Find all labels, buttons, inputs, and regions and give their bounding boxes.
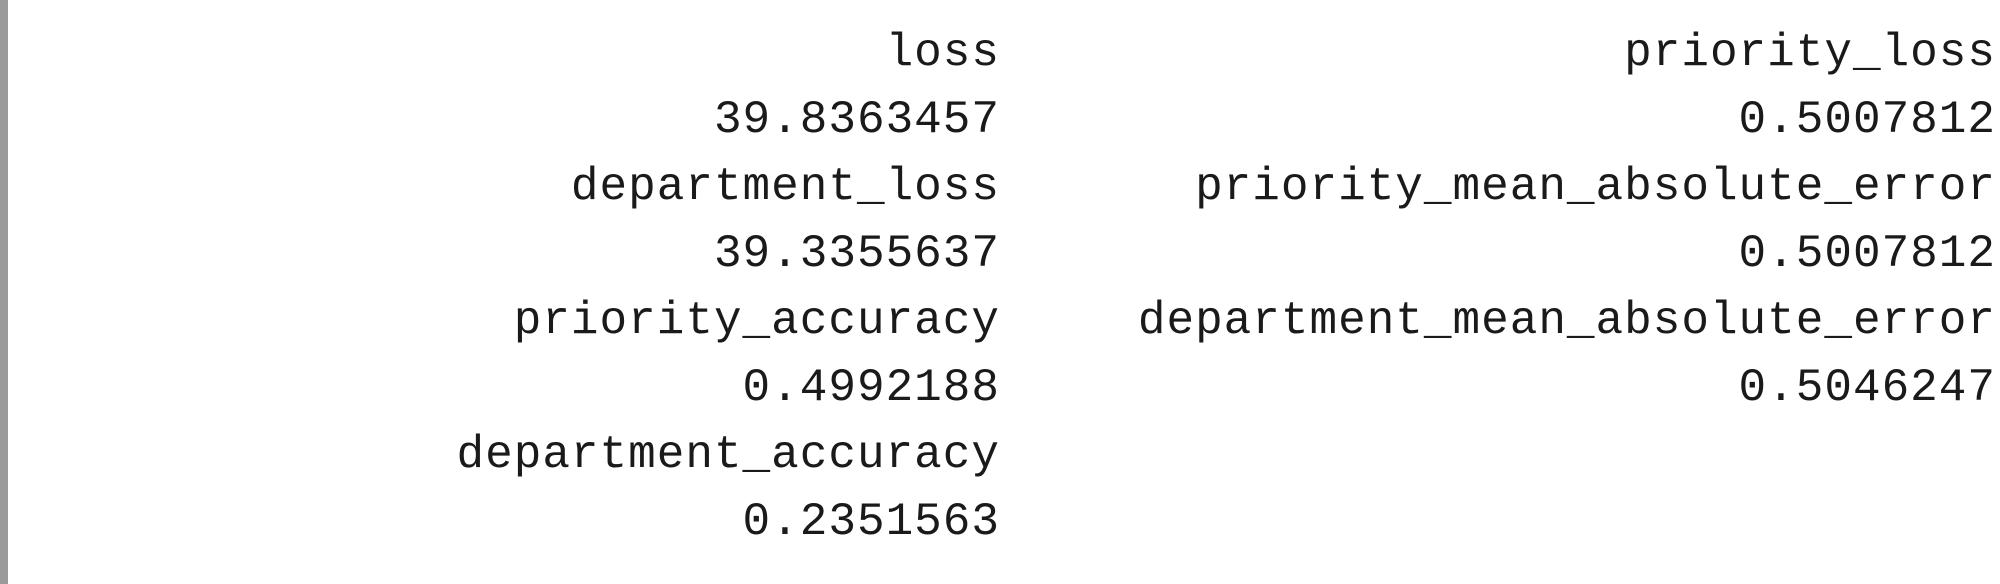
metric-name-department-mae: department_mean_absolute_error xyxy=(1137,295,1996,347)
metric-value-priority-accuracy: 0.4992188 xyxy=(742,362,1000,414)
metric-name-row-2: department_loss priority_mean_absolute_e… xyxy=(0,154,2000,221)
metric-value-department-accuracy: 0.2351563 xyxy=(742,496,1000,548)
metric-name-loss: loss xyxy=(885,27,1000,79)
metric-value-row-3: 0.4992188 0.5046247 xyxy=(0,355,2000,422)
metric-name-priority-loss: priority_loss xyxy=(1624,27,1996,79)
metric-name-priority-accuracy: priority_accuracy xyxy=(513,295,1000,347)
metric-value-department-mae: 0.5046247 xyxy=(1738,362,1996,414)
metrics-output: loss priority_loss 39.8363457 0.5007812 … xyxy=(0,0,2000,584)
metric-name-priority-mae: priority_mean_absolute_error xyxy=(1195,161,1996,213)
metric-value-priority-loss: 0.5007812 xyxy=(1738,94,1996,146)
metric-value-row-4: 0.2351563 xyxy=(0,489,2000,556)
metric-value-row-1: 39.8363457 0.5007812 xyxy=(0,87,2000,154)
metric-value-loss: 39.8363457 xyxy=(713,94,1000,146)
metric-name-department-accuracy: department_accuracy xyxy=(456,429,1000,481)
metric-name-department-loss: department_loss xyxy=(570,161,1000,213)
metric-name-row-1: loss priority_loss xyxy=(0,20,2000,87)
metric-name-row-4: department_accuracy xyxy=(0,422,2000,489)
metric-name-row-3: priority_accuracy department_mean_absolu… xyxy=(0,288,2000,355)
metric-value-priority-mae: 0.5007812 xyxy=(1738,228,1996,280)
metric-value-department-loss: 39.3355637 xyxy=(713,228,1000,280)
metric-value-row-2: 39.3355637 0.5007812 xyxy=(0,221,2000,288)
